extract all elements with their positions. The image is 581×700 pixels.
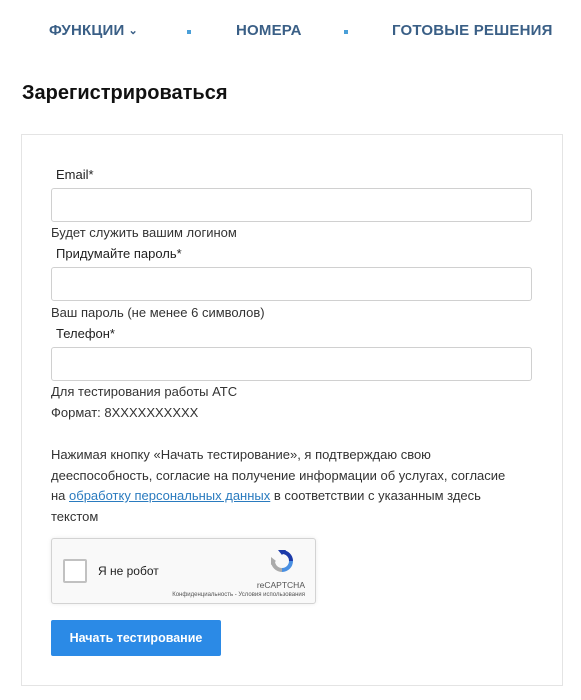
email-label: Email* xyxy=(56,167,94,182)
nav-separator-dot xyxy=(187,30,191,34)
email-field[interactable] xyxy=(51,188,532,222)
personal-data-link[interactable]: обработку персональных данных xyxy=(69,488,270,503)
recaptcha-checkbox[interactable] xyxy=(63,559,87,583)
recaptcha-links[interactable]: Конфиденциальность - Условия использован… xyxy=(172,592,305,598)
recaptcha-label: Я не робот xyxy=(98,564,159,578)
phone-label: Телефон* xyxy=(56,326,115,341)
recaptcha-brand: reCAPTCHA xyxy=(256,580,305,590)
nav-item-ready-solutions[interactable]: ГОТОВЫЕ РЕШЕНИЯ xyxy=(392,22,553,39)
password-label: Придумайте пароль* xyxy=(56,246,182,261)
recaptcha-widget: Я не робот reCAPTCHA Конфиденциальность … xyxy=(51,538,316,604)
phone-field[interactable] xyxy=(51,347,532,381)
page-title: Зарегистрироваться xyxy=(22,82,228,104)
recaptcha-logo-icon xyxy=(271,550,293,572)
password-hint: Ваш пароль (не менее 6 символов) xyxy=(51,305,265,320)
phone-format-hint: Формат: 8XXXXXXXXXX xyxy=(51,405,199,420)
nav-item-label: ГОТОВЫЕ РЕШЕНИЯ xyxy=(392,22,553,39)
start-testing-button[interactable]: Начать тестирование xyxy=(51,620,221,656)
email-hint: Будет служить вашим логином xyxy=(51,225,237,240)
nav-item-numbers[interactable]: НОМЕРА xyxy=(236,22,302,39)
phone-hint: Для тестирования работы АТС xyxy=(51,384,238,399)
nav-item-label: ФУНКЦИИ xyxy=(49,22,125,39)
nav-item-label: НОМЕРА xyxy=(236,22,302,39)
chevron-down-icon: ⌄ xyxy=(128,25,138,37)
nav-separator-dot xyxy=(344,30,348,34)
password-field[interactable] xyxy=(51,267,532,301)
consent-text: Нажимая кнопку «Начать тестирование», я … xyxy=(51,445,521,527)
nav-item-functions[interactable]: ФУНКЦИИ ⌄ xyxy=(49,22,138,39)
top-navigation: ФУНКЦИИ ⌄ НОМЕРА ГОТОВЫЕ РЕШЕНИЯ xyxy=(0,0,581,62)
